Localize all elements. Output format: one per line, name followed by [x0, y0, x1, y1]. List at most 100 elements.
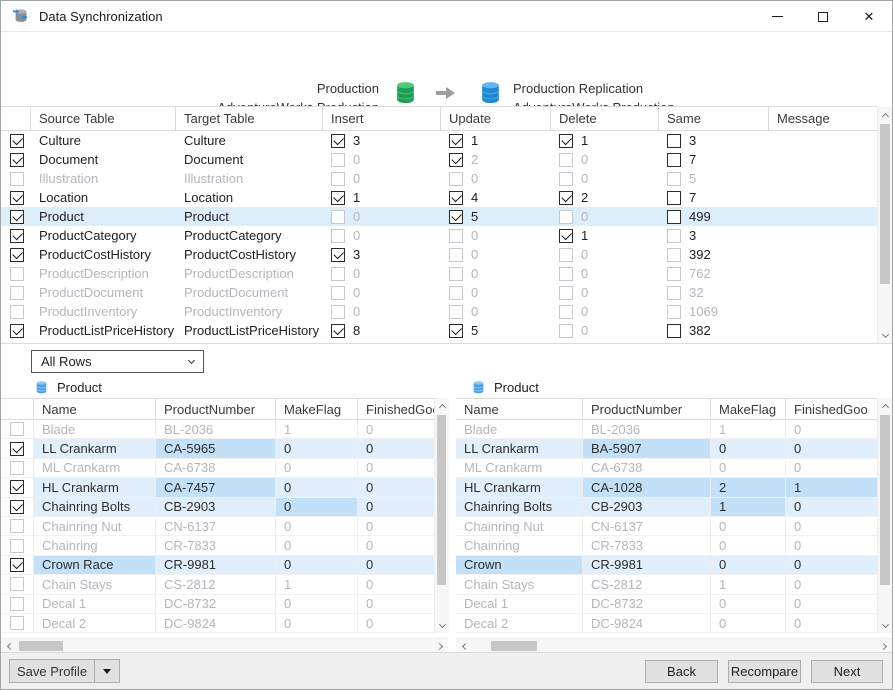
data-row[interactable]: Chainring NutCN-613700 [1, 517, 434, 536]
col-target-table[interactable]: Target Table [176, 107, 323, 130]
comparison-row[interactable]: ProductInventoryProductInventory0001069 [1, 302, 877, 321]
row-checkbox[interactable] [10, 461, 24, 475]
row-checkbox[interactable] [10, 191, 24, 205]
comparison-row[interactable]: IllustrationIllustration0005 [1, 169, 877, 188]
delete-checkbox[interactable] [559, 305, 573, 319]
row-checkbox[interactable] [10, 558, 24, 572]
data-row[interactable]: CrownCR-998100 [456, 556, 877, 575]
save-profile-button[interactable]: Save Profile [9, 659, 120, 683]
insert-checkbox[interactable] [331, 248, 345, 262]
same-checkbox[interactable] [667, 286, 681, 300]
comparison-row[interactable]: ProductCategoryProductCategory0013 [1, 226, 877, 245]
update-checkbox[interactable] [449, 210, 463, 224]
insert-checkbox[interactable] [331, 324, 345, 338]
delete-checkbox[interactable] [559, 248, 573, 262]
data-row[interactable]: ML CrankarmCA-673800 [456, 459, 877, 478]
delete-checkbox[interactable] [559, 210, 573, 224]
data-row[interactable]: HL CrankarmCA-102821 [456, 478, 877, 497]
row-checkbox[interactable] [10, 539, 24, 553]
row-checkbox[interactable] [10, 286, 24, 300]
row-checkbox[interactable] [10, 422, 24, 436]
col-message[interactable]: Message [769, 107, 877, 130]
update-checkbox[interactable] [449, 286, 463, 300]
insert-checkbox[interactable] [331, 134, 345, 148]
data-row[interactable]: LL CrankarmBA-590700 [456, 439, 877, 458]
same-checkbox[interactable] [667, 267, 681, 281]
maximize-button[interactable] [800, 1, 846, 32]
same-checkbox[interactable] [667, 248, 681, 262]
data-row[interactable]: LL CrankarmCA-596500 [1, 439, 434, 458]
update-checkbox[interactable] [449, 267, 463, 281]
col-check[interactable] [1, 107, 31, 130]
col-check[interactable] [1, 399, 34, 419]
minimize-button[interactable] [754, 1, 800, 32]
recompare-button[interactable]: Recompare [728, 660, 801, 683]
save-profile-dropdown[interactable] [95, 669, 119, 674]
row-checkbox[interactable] [10, 519, 24, 533]
row-checkbox[interactable] [10, 324, 24, 338]
scroll-down-icon[interactable] [435, 618, 449, 633]
row-checkbox[interactable] [10, 305, 24, 319]
insert-checkbox[interactable] [331, 191, 345, 205]
data-row[interactable]: Chain StaysCS-281210 [1, 575, 434, 594]
row-checkbox[interactable] [10, 267, 24, 281]
update-checkbox[interactable] [449, 248, 463, 262]
delete-checkbox[interactable] [559, 153, 573, 167]
delete-checkbox[interactable] [559, 172, 573, 186]
target-grid-hscrollbar[interactable] [456, 638, 892, 653]
insert-checkbox[interactable] [331, 210, 345, 224]
delete-checkbox[interactable] [559, 267, 573, 281]
col-productnumber[interactable]: ProductNumber [583, 399, 711, 419]
comparison-row[interactable]: ProductDescriptionProductDescription0007… [1, 264, 877, 283]
data-row[interactable]: Decal 1DC-873200 [1, 595, 434, 614]
col-makeflag[interactable]: MakeFlag [276, 399, 358, 419]
insert-checkbox[interactable] [331, 172, 345, 186]
scroll-up-icon[interactable] [878, 107, 893, 122]
source-grid-hscrollbar[interactable] [1, 638, 448, 653]
scroll-up-icon[interactable] [878, 398, 893, 413]
comparison-row[interactable]: LocationLocation1427 [1, 188, 877, 207]
delete-checkbox[interactable] [559, 229, 573, 243]
insert-checkbox[interactable] [331, 267, 345, 281]
col-update[interactable]: Update [441, 107, 551, 130]
same-checkbox[interactable] [667, 210, 681, 224]
data-row[interactable]: Chainring BoltsCB-290300 [1, 498, 434, 517]
row-checkbox[interactable] [10, 229, 24, 243]
col-name[interactable]: Name [34, 399, 156, 419]
col-same[interactable]: Same [659, 107, 769, 130]
data-row[interactable]: ML CrankarmCA-673800 [1, 459, 434, 478]
rows-filter-dropdown[interactable]: All Rows [31, 350, 204, 373]
update-checkbox[interactable] [449, 229, 463, 243]
data-row[interactable]: BladeBL-203610 [456, 420, 877, 439]
col-delete[interactable]: Delete [551, 107, 659, 130]
col-name[interactable]: Name [456, 399, 583, 419]
hscroll-thumb[interactable] [19, 641, 63, 651]
next-button[interactable]: Next [811, 660, 883, 683]
source-grid-vscrollbar[interactable] [434, 398, 449, 633]
update-checkbox[interactable] [449, 191, 463, 205]
row-checkbox[interactable] [10, 172, 24, 186]
same-checkbox[interactable] [667, 153, 681, 167]
data-row[interactable]: Chainring BoltsCB-290310 [456, 498, 877, 517]
col-source-table[interactable]: Source Table [31, 107, 176, 130]
same-checkbox[interactable] [667, 191, 681, 205]
comparison-row[interactable]: ProductProduct050499 [1, 207, 877, 226]
data-row[interactable]: Decal 2DC-982400 [1, 614, 434, 633]
same-checkbox[interactable] [667, 172, 681, 186]
col-insert[interactable]: Insert [323, 107, 441, 130]
data-row[interactable]: Crown RaceCR-998100 [1, 556, 434, 575]
row-checkbox[interactable] [10, 500, 24, 514]
delete-checkbox[interactable] [559, 286, 573, 300]
insert-checkbox[interactable] [331, 229, 345, 243]
data-row[interactable]: BladeBL-203610 [1, 420, 434, 439]
row-checkbox[interactable] [10, 153, 24, 167]
data-row[interactable]: ChainringCR-783300 [1, 536, 434, 555]
scroll-up-icon[interactable] [435, 398, 449, 413]
col-productnumber[interactable]: ProductNumber [156, 399, 276, 419]
data-row[interactable]: Decal 2DC-982400 [456, 614, 877, 633]
insert-checkbox[interactable] [331, 153, 345, 167]
delete-checkbox[interactable] [559, 134, 573, 148]
same-checkbox[interactable] [667, 305, 681, 319]
col-finishedgoods[interactable]: FinishedGoo [786, 399, 877, 419]
insert-checkbox[interactable] [331, 305, 345, 319]
